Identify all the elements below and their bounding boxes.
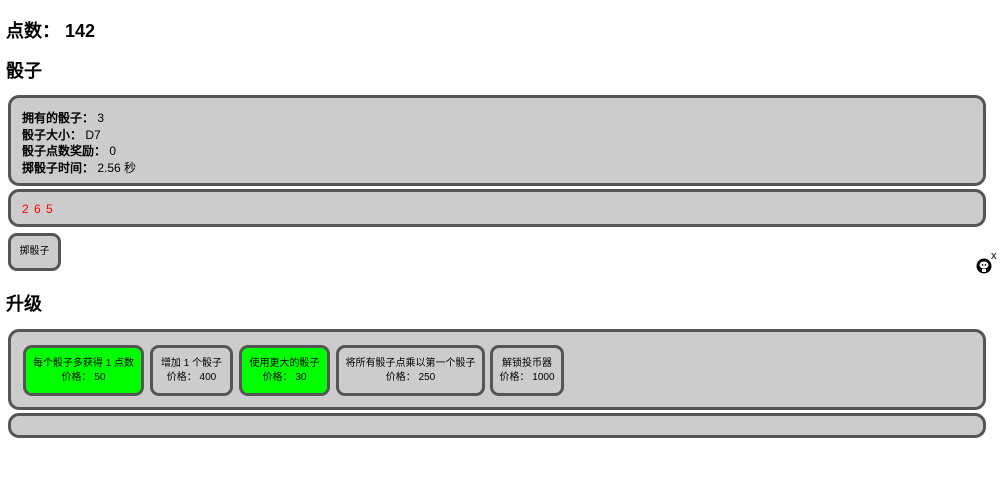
bottom-panel [8,413,986,438]
upgrade-name: 增加 1 个骰子 [160,357,223,369]
roll-dice-button[interactable]: 掷骰子 [8,233,61,271]
points-label: 点数： [6,21,60,41]
stat-roll-time: 掷骰子时间： 2.56 秒 [22,160,983,177]
upgrade-multiply-button[interactable]: 将所有骰子点乘以第一个骰子 价格： 250 [336,345,485,396]
close-icon[interactable]: x [991,250,997,262]
stat-label: 拥有的骰子： [22,111,95,125]
stat-value: D7 [85,127,101,142]
stat-value: 2.56 秒 [97,160,137,175]
upgrade-price: 价格： 1000 [499,371,555,383]
upgrade-price: 价格： 250 [385,371,436,383]
upgrade-name: 每个骰子多获得 1 点数 [32,357,135,369]
points-value: 142 [65,21,96,41]
upgrade-name: 使用更大的骰子 [249,357,320,369]
upgrade-add-die-button[interactable]: 增加 1 个骰子 价格： 400 [150,345,233,396]
upgrade-name: 将所有骰子点乘以第一个骰子 [345,357,476,369]
upgrade-price: 价格： 50 [61,371,106,383]
stat-dice-size: 骰子大小： D7 [22,127,983,144]
stat-value: 0 [109,144,117,158]
stat-label: 骰子点数奖励： [22,144,107,158]
upgrade-bigger-die-button[interactable]: 使用更大的骰子 价格： 30 [239,345,330,396]
dice-stats-panel: 拥有的骰子： 3 骰子大小： D7 骰子点数奖励： 0 掷骰子时间： 2.56 … [8,95,986,186]
upgrades-heading: 升级 [6,294,42,314]
upgrade-extra-point-button[interactable]: 每个骰子多获得 1 点数 价格： 50 [23,345,144,396]
roll-results-panel: 2 6 5 [8,189,986,227]
stat-dice-owned: 拥有的骰子： 3 [22,110,983,127]
upgrade-unlock-coin-button[interactable]: 解锁投币器价格： 1000 [490,345,564,396]
stat-dice-bonus: 骰子点数奖励： 0 [22,143,983,160]
points-display: 点数： 142 [6,17,95,43]
stat-label: 骰子大小： [22,127,83,142]
upgrade-price: 价格： 30 [262,371,307,383]
dice-heading: 骰子 [6,61,42,81]
github-corner[interactable]: x [975,250,997,277]
stat-value: 3 [97,111,105,125]
upgrade-name: 解锁投币器 [502,357,552,369]
stat-label: 掷骰子时间： [22,160,95,175]
upgrade-price: 价格： 400 [166,371,217,383]
